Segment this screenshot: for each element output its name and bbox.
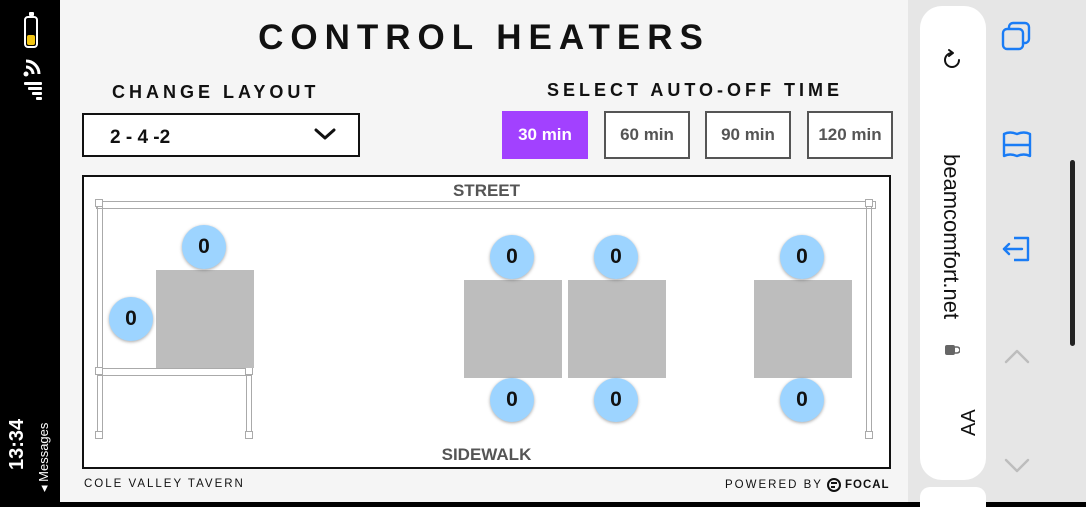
- powered-by: POWERED BY FOCAL: [725, 478, 890, 492]
- heater-button[interactable]: 0: [780, 235, 824, 279]
- table: [464, 280, 562, 378]
- bookmarks-icon[interactable]: [1000, 128, 1034, 162]
- heater-button[interactable]: 0: [490, 235, 534, 279]
- railing-post: [95, 367, 103, 375]
- battery-icon: [24, 12, 38, 48]
- railing-left: [97, 205, 103, 437]
- cellular-signal-icon: [24, 82, 42, 100]
- venue-name: COLE VALLEY TAVERN: [84, 478, 245, 490]
- sidewalk-label: SIDEWALK: [441, 445, 532, 464]
- scrollbar[interactable]: [1070, 160, 1075, 346]
- table: [156, 270, 254, 368]
- railing-post: [245, 367, 253, 375]
- railing-post: [245, 431, 253, 439]
- back-to-messages[interactable]: ◂ Messages: [36, 423, 52, 492]
- time-option-120[interactable]: 120 min: [807, 111, 893, 159]
- heater-button[interactable]: 0: [780, 378, 824, 422]
- seating-map: STREET 0 0 0 0 0 0 0 0 SIDEWALK: [82, 175, 891, 469]
- railing-post: [865, 199, 873, 207]
- railing-patio-post: [246, 370, 252, 436]
- change-layout-label: CHANGE LAYOUT: [112, 82, 320, 102]
- powered-by-label: POWERED BY: [725, 479, 823, 491]
- focal-logo-icon: [826, 478, 841, 492]
- layout-select[interactable]: 2 - 4 -2: [82, 113, 360, 157]
- lock-icon: [945, 345, 960, 355]
- railing-top: [96, 201, 876, 209]
- wifi-icon: [23, 59, 41, 77]
- chevron-up-icon[interactable]: [1000, 340, 1034, 374]
- heater-button[interactable]: 0: [182, 225, 226, 269]
- page-title: CONTROL HEATERS: [258, 18, 710, 57]
- chevron-down-icon[interactable]: [1000, 448, 1034, 482]
- time-option-30[interactable]: 30 min: [502, 111, 588, 159]
- heater-button[interactable]: 0: [490, 378, 534, 422]
- railing-right: [866, 205, 872, 437]
- railing-post: [865, 431, 873, 439]
- heater-button[interactable]: 0: [594, 235, 638, 279]
- heater-button[interactable]: 0: [594, 378, 638, 422]
- table: [754, 280, 852, 378]
- reload-icon[interactable]: [938, 46, 966, 74]
- chevron-down-icon: [314, 128, 336, 140]
- railing-patio: [98, 368, 252, 376]
- share-icon[interactable]: [1000, 232, 1034, 266]
- table: [568, 280, 666, 378]
- focal-brand: FOCAL: [844, 479, 890, 491]
- text-size-button[interactable]: AA: [958, 409, 981, 436]
- layout-select-value: 2 - 4 -2: [110, 127, 171, 148]
- app-content: CONTROL HEATERS CHANGE LAYOUT 2 - 4 -2 S…: [60, 0, 908, 502]
- railing-post: [95, 199, 103, 207]
- auto-off-label: SELECT AUTO-OFF TIME: [547, 80, 843, 100]
- address-bar[interactable]: beamcomfort.net AA: [920, 6, 986, 480]
- browser-toolbar: beamcomfort.net AA: [908, 0, 1086, 507]
- status-bar: 13:34 ◂ Messages: [0, 0, 60, 502]
- url-text[interactable]: beamcomfort.net: [938, 154, 964, 319]
- street-label: STREET: [452, 181, 521, 200]
- tab-bar-edge: [920, 487, 986, 507]
- time-option-60[interactable]: 60 min: [604, 111, 690, 159]
- clock-time: 13:34: [6, 418, 28, 470]
- railing-post: [95, 431, 103, 439]
- heater-button[interactable]: 0: [109, 297, 153, 341]
- time-option-90[interactable]: 90 min: [705, 111, 791, 159]
- tabs-icon[interactable]: [1000, 20, 1034, 54]
